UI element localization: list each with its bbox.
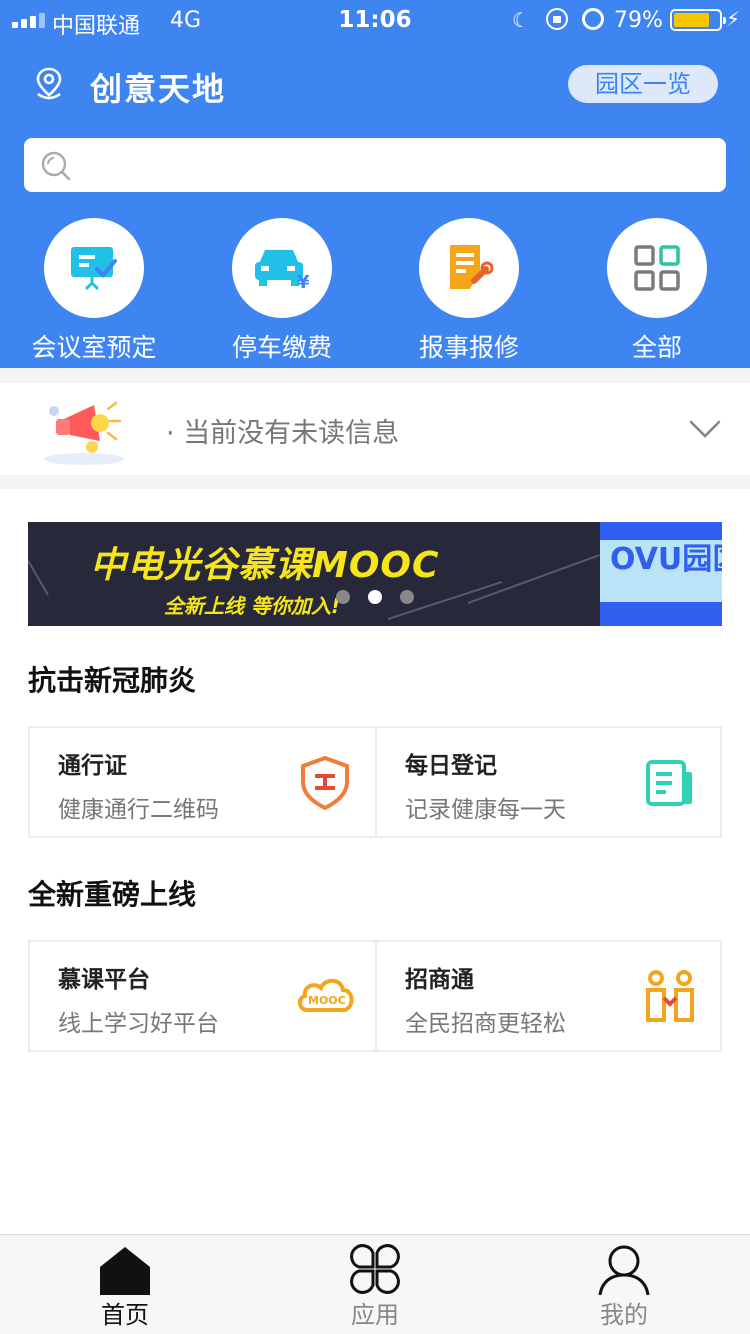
business-invest-icon xyxy=(646,970,694,1022)
megaphone-icon xyxy=(44,401,124,465)
carousel-dot-active[interactable] xyxy=(368,590,382,604)
do-not-disturb-icon: ☾ xyxy=(512,8,530,32)
promo-banner[interactable]: 中电光谷慕课MOOC 全新上线 等你加入! OVU园区 xyxy=(28,522,722,626)
tab-label: 首页 xyxy=(101,1301,149,1329)
app-header: 创意天地 园区一览 xyxy=(0,58,750,112)
new-feature-cards: 慕课平台 线上学习好平台 MOOC 招商通 全民招商更轻松 xyxy=(28,940,722,1052)
charging-icon: ⚡ xyxy=(726,7,741,31)
grid-all-icon xyxy=(634,245,680,291)
notice-bar[interactable]: · 当前没有未读信息 xyxy=(0,383,750,475)
battery-percent: 79% xyxy=(614,8,663,33)
battery-icon xyxy=(670,9,726,31)
parking-car-icon: ¥ xyxy=(255,250,310,292)
svg-text:¥: ¥ xyxy=(297,272,310,292)
tab-profile[interactable]: 我的 xyxy=(549,1243,699,1330)
card-subtitle: 全民招商更轻松 xyxy=(405,1011,566,1037)
carousel-dot[interactable] xyxy=(400,590,414,604)
card-subtitle: 健康通行二维码 xyxy=(58,797,219,823)
covid-cards: 通行证 健康通行二维码 每日登记 记录健康每一天 xyxy=(28,726,722,838)
park-title: 创意天地 xyxy=(90,70,227,108)
card-daily-register[interactable]: 每日登记 记录健康每一天 xyxy=(375,728,720,836)
mooc-cloud-icon: MOOC xyxy=(298,978,354,1012)
card-title: 每日登记 xyxy=(405,753,497,779)
quick-action-label: 报事报修 xyxy=(418,333,519,362)
card-subtitle: 线上学习好平台 xyxy=(58,1011,219,1037)
card-mooc-platform[interactable]: 慕课平台 线上学习好平台 MOOC xyxy=(30,942,375,1050)
search-input[interactable] xyxy=(24,138,726,192)
banner-title: 中电光谷慕课MOOC xyxy=(90,545,440,586)
quick-action-label: 全部 xyxy=(631,333,682,362)
card-subtitle: 记录健康每一天 xyxy=(405,797,566,823)
notice-message: · 当前没有未读信息 xyxy=(166,418,400,449)
quick-action-parking[interactable]: ¥ 停车缴费 xyxy=(207,218,357,364)
tab-label: 我的 xyxy=(600,1301,648,1329)
main-content: 中电光谷慕课MOOC 全新上线 等你加入! OVU园区 抗击新冠肺炎 通行证 健… xyxy=(0,489,750,1234)
section-title-new: 全新重磅上线 xyxy=(28,878,197,911)
register-doc-icon xyxy=(646,760,692,806)
quick-action-meeting-room[interactable]: 会议室预定 xyxy=(19,218,169,364)
park-overview-button[interactable]: 园区一览 xyxy=(568,65,718,103)
status-bar: 中国联通 4G 11:06 ☾ 79% ⚡ xyxy=(0,0,750,40)
search-icon xyxy=(41,151,71,181)
alarm-icon xyxy=(582,8,604,30)
banner-right-text: OVU园区 xyxy=(610,542,722,577)
repair-report-icon xyxy=(450,245,494,289)
tab-home[interactable]: 首页 xyxy=(50,1243,200,1330)
meeting-room-icon xyxy=(71,247,117,291)
card-health-pass[interactable]: 通行证 健康通行二维码 xyxy=(30,728,375,836)
mooc-icon-text: MOOC xyxy=(308,994,346,1007)
quick-action-repair[interactable]: 报事报修 xyxy=(394,218,544,364)
tab-apps[interactable]: 应用 xyxy=(300,1243,450,1330)
chevron-down-icon[interactable] xyxy=(688,411,722,445)
card-title: 通行证 xyxy=(58,753,127,779)
tab-label: 应用 xyxy=(351,1301,399,1329)
profile-icon xyxy=(598,1245,650,1295)
location-pin-icon[interactable] xyxy=(32,66,66,102)
section-title-covid: 抗击新冠肺炎 xyxy=(28,664,197,697)
bottom-tab-bar: 首页 应用 我的 xyxy=(0,1234,750,1334)
shield-pass-icon xyxy=(301,755,349,810)
carousel-indicator xyxy=(336,590,414,604)
quick-action-label: 会议室预定 xyxy=(31,333,157,362)
apps-icon xyxy=(350,1244,400,1294)
orientation-lock-icon xyxy=(546,8,568,30)
banner-subtitle: 全新上线 等你加入! xyxy=(164,594,341,618)
quick-action-label: 停车缴费 xyxy=(231,333,332,362)
card-title: 慕课平台 xyxy=(58,967,150,993)
quick-action-all[interactable]: 全部 xyxy=(582,218,732,364)
home-icon xyxy=(100,1247,150,1295)
card-title: 招商通 xyxy=(405,967,474,993)
banner-next-slide-preview: OVU园区 xyxy=(600,522,722,626)
carousel-dot[interactable] xyxy=(336,590,350,604)
card-business-invest[interactable]: 招商通 全民招商更轻松 xyxy=(375,942,720,1050)
